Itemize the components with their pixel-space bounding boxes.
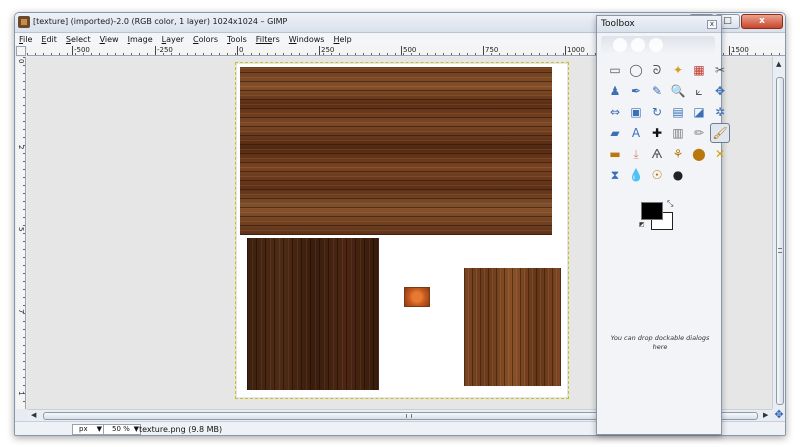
swap-colors-icon[interactable]: ⤡	[667, 199, 673, 209]
tool-move-icon[interactable]: ✥	[710, 81, 730, 101]
ruler-tick	[565, 46, 566, 55]
tool-ellipse-select-icon[interactable]: ◯	[626, 60, 646, 80]
tool-clone-icon[interactable]: ⬤	[689, 144, 709, 164]
ruler-label: 7	[17, 309, 25, 314]
tool-perspective-icon[interactable]: ✲	[710, 102, 730, 122]
ruler-label: 1500	[731, 46, 749, 54]
ruler-tick	[72, 46, 73, 55]
tool-foreground-select-icon[interactable]: ♟	[605, 81, 625, 101]
menu-item[interactable]: Edit	[41, 35, 57, 44]
toolbox-close-icon[interactable]: x	[707, 20, 717, 29]
ruler-label: 5	[17, 227, 25, 232]
ruler-label: 0	[239, 46, 244, 54]
ruler-label: 1000	[567, 46, 585, 54]
tool-dodge-burn-icon[interactable]: ☉	[647, 165, 667, 185]
menu-item[interactable]: Windows	[289, 35, 325, 44]
toolbox-title-bar[interactable]: Toolbox x	[597, 16, 721, 33]
tool-rect-select-icon[interactable]: ▭	[605, 60, 625, 80]
ruler-label: -250	[157, 46, 173, 54]
tool-eraser-icon[interactable]: ⤓	[626, 144, 646, 164]
menu-item[interactable]: Help	[333, 35, 351, 44]
tool-paintbrush-icon[interactable]: ▬	[605, 144, 625, 164]
tool-color-select-icon[interactable]: ▦	[689, 60, 709, 80]
tool-paths-icon[interactable]: ✒	[626, 81, 646, 101]
menu-item[interactable]: Layer	[162, 35, 184, 44]
tool-color-picker-icon[interactable]: ✎	[647, 81, 667, 101]
toolbox-window: Toolbox x ▭ ◯ ᘐ ✦ ▦ ✂ ♟ ✒ ✎ 🔍 ⟀ ✥ ⇔ ▣ ↻ ▤ ◪ ✲ ▰ A ✚ ▥ ✏ 🖌 ▬ ⤓ Ѧ ⚘ ⬤ ✕…	[596, 15, 730, 435]
ruler-tick	[483, 46, 484, 55]
quick-mask-toggle[interactable]	[16, 46, 26, 56]
ruler-label: 1	[17, 391, 25, 396]
ruler-tick	[401, 46, 402, 55]
vertical-ruler[interactable]: 0 2 5 7 1	[16, 57, 26, 409]
zoom-select[interactable]: 50 % ▼	[103, 424, 141, 435]
tool-free-select-icon[interactable]: ᘐ	[647, 60, 667, 80]
tool-bucket-fill-icon[interactable]: ●	[668, 165, 688, 185]
tool-flip-icon[interactable]: ▰	[605, 123, 625, 143]
tool-scissors-select-icon[interactable]: ✂	[710, 60, 730, 80]
ruler-label: 750	[485, 46, 499, 54]
tool-crop-icon[interactable]: ▣	[626, 102, 646, 122]
tool-smudge-icon[interactable]: 💧	[626, 165, 646, 185]
ruler-label: -500	[74, 46, 90, 54]
foreground-color-swatch[interactable]	[641, 202, 663, 220]
tool-perspective-clone-icon[interactable]: ✕	[710, 144, 730, 164]
tool-pencil-icon[interactable]: 🖌	[710, 123, 730, 143]
tool-shear-icon[interactable]: ◪	[689, 102, 709, 122]
wood-texture-dark	[247, 238, 379, 390]
desktop: [texture] (imported)-2.0 (RGB color, 1 l…	[0, 0, 800, 447]
menu-item[interactable]: Select	[66, 35, 91, 44]
window-title: [texture] (imported)-2.0 (RGB color, 1 l…	[33, 17, 288, 26]
wood-texture-large	[240, 67, 552, 235]
tool-blend-icon[interactable]: ✏	[689, 123, 709, 143]
ruler-tick	[155, 46, 156, 55]
tool-text-icon[interactable]: ✚	[647, 123, 667, 143]
tool-ink-icon[interactable]: ⚘	[668, 144, 688, 164]
tool-scale-icon[interactable]: ▤	[668, 102, 688, 122]
ruler-tick	[729, 46, 730, 55]
ruler-tick	[319, 46, 320, 55]
vertical-scrollbar[interactable]: ▲	[772, 57, 785, 409]
tool-measure-icon[interactable]: ⟀	[689, 81, 709, 101]
tool-align-icon[interactable]: ⇔	[605, 102, 625, 122]
tool-grid: ▭ ◯ ᘐ ✦ ▦ ✂ ♟ ✒ ✎ 🔍 ⟀ ✥ ⇔ ▣ ↻ ▤ ◪ ✲ ▰ A ✚ ▥ ✏ 🖌 ▬ ⤓ Ѧ ⚘ ⬤ ✕ ⧗ 💧 ☉ ●	[605, 60, 730, 185]
tool-heal-icon[interactable]: ▥	[668, 123, 688, 143]
gimp-app-icon	[18, 16, 30, 28]
menu-item[interactable]: Image	[128, 35, 153, 44]
menu-item[interactable]: Filters	[256, 35, 280, 44]
tool-blur-icon[interactable]: ⧗	[605, 165, 625, 185]
menu-item[interactable]: Tools	[227, 35, 247, 44]
dock-drop-hint: You can drop dockable dialogs here	[610, 334, 710, 351]
tool-cage-icon[interactable]: A	[626, 123, 646, 143]
menu-item[interactable]: View	[100, 35, 119, 44]
tool-fuzzy-select-icon[interactable]: ✦	[668, 60, 688, 80]
ruler-label: 0	[17, 59, 25, 64]
scroll-right-icon[interactable]: ▶	[763, 411, 768, 419]
wood-texture-small	[404, 287, 430, 307]
ruler-label: 500	[403, 46, 417, 54]
tool-rotate-icon[interactable]: ↻	[647, 102, 667, 122]
toolbox-title: Toolbox	[601, 19, 635, 29]
wood-texture-medium	[464, 268, 561, 386]
scroll-left-icon[interactable]: ◀	[31, 411, 36, 419]
tool-airbrush-icon[interactable]: Ѧ	[647, 144, 667, 164]
scroll-up-icon[interactable]: ▲	[776, 60, 781, 68]
unit-select[interactable]: px ▼	[72, 424, 104, 435]
menu-item[interactable]: Colors	[193, 35, 218, 44]
image-canvas[interactable]	[235, 62, 569, 399]
ruler-tick	[237, 46, 238, 55]
tool-zoom-icon[interactable]: 🔍	[668, 81, 688, 101]
navigate-icon[interactable]: ✥	[772, 409, 785, 421]
reset-colors-icon[interactable]: ◩	[639, 221, 646, 228]
vertical-scroll-thumb[interactable]	[776, 77, 784, 405]
close-button[interactable]: x	[741, 14, 783, 29]
status-file-info: texture.png (9.8 MB)	[139, 425, 223, 434]
menu-item[interactable]: File	[19, 35, 32, 44]
toolbox-wilber-drop-area[interactable]	[601, 36, 715, 54]
ruler-label: 2	[17, 145, 25, 150]
ruler-label: 250	[321, 46, 335, 54]
color-area: ◩ ⤡	[639, 199, 677, 232]
